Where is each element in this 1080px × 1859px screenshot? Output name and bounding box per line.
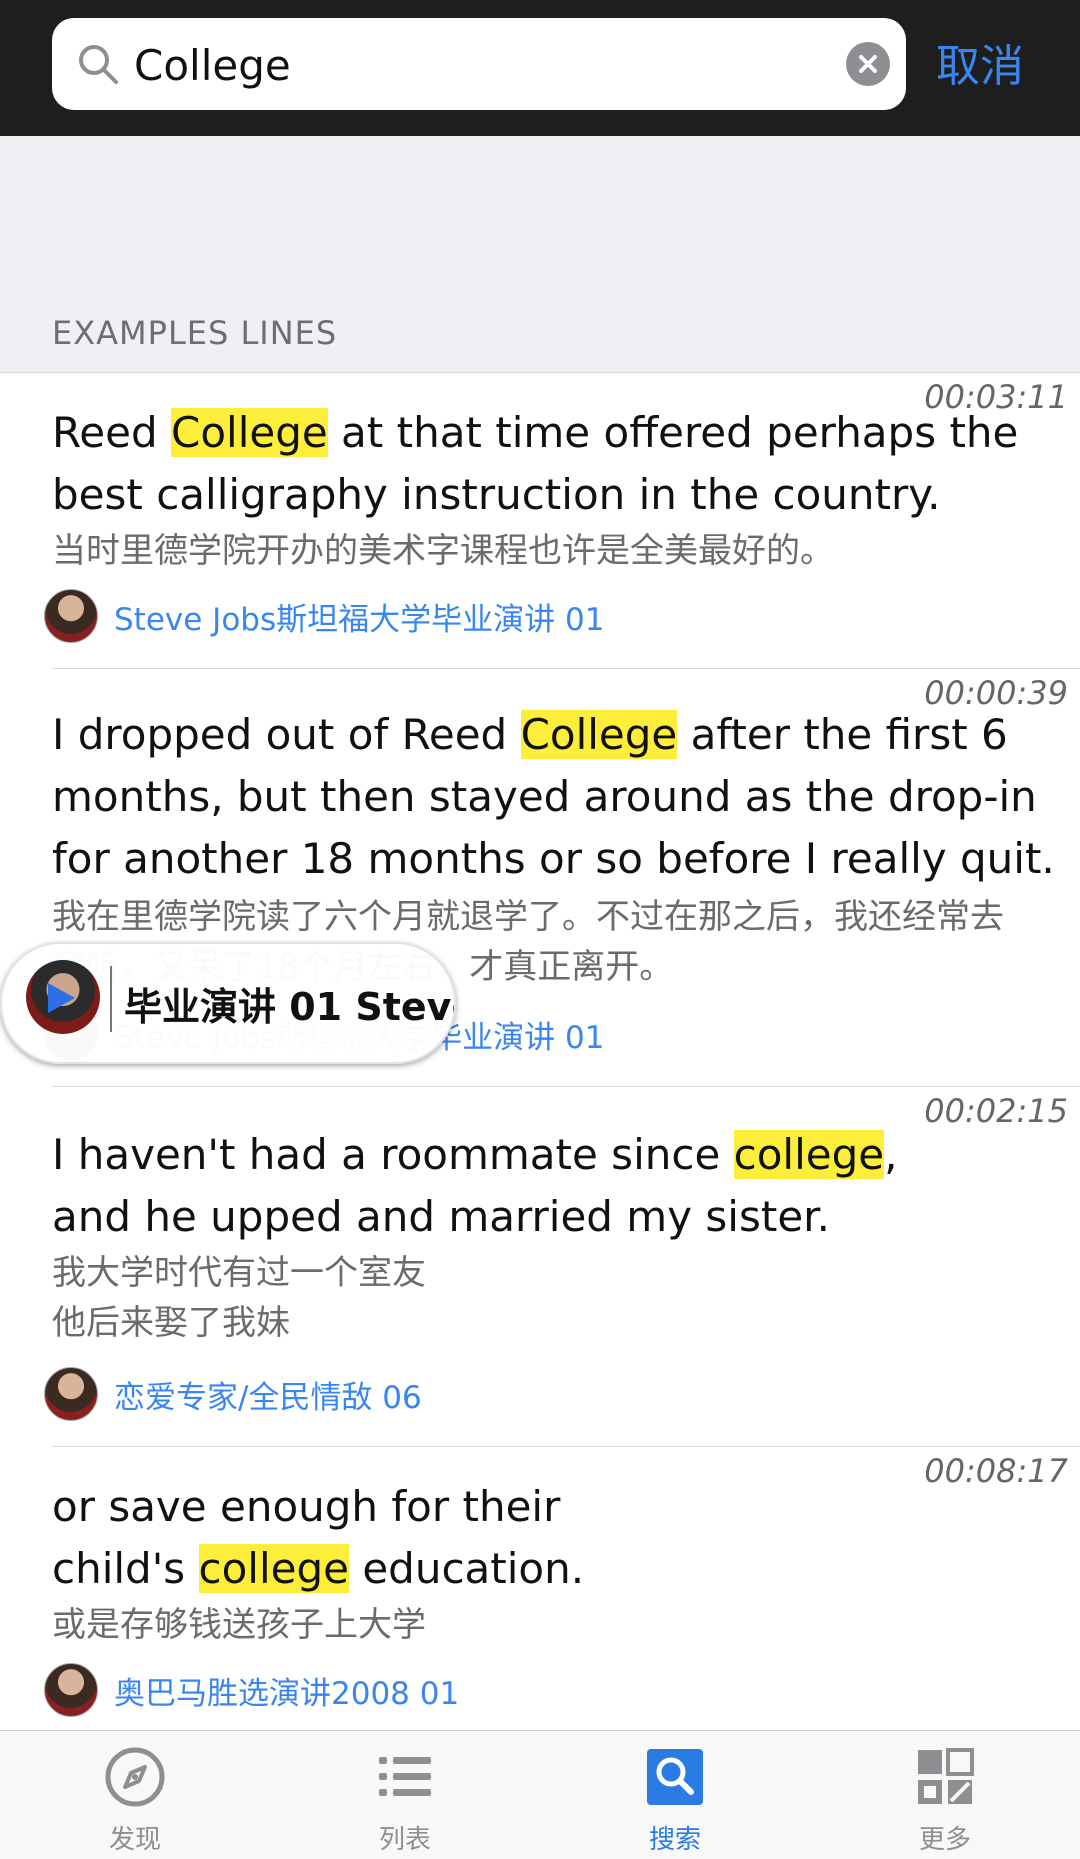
english-sentence: I haven't had a roommate since college, … (52, 1124, 1062, 1248)
close-icon (859, 55, 877, 73)
tab-list[interactable]: 列表 (270, 1731, 540, 1859)
clear-search-button[interactable] (846, 42, 890, 86)
sentence-text: Reed (52, 408, 171, 457)
avatar (44, 1663, 98, 1717)
source-link[interactable]: 奥巴马胜选演讲2008 01 (44, 1662, 459, 1718)
cancel-button[interactable]: 取消 (936, 30, 1024, 94)
divider (0, 372, 1080, 373)
chinese-translation: 当时里德学院开办的美术字课程也许是全美最好的。 (52, 526, 1072, 576)
player-separator (110, 966, 112, 1032)
search-input[interactable] (132, 28, 816, 102)
mini-player[interactable]: 毕业演讲 01 Steve Jobs斯坦福大学毕业演讲 01 (0, 942, 456, 1064)
section-title: EXAMPLES LINES (52, 314, 338, 352)
source-link[interactable]: 恋爱专家/全民情敌 06 (44, 1366, 422, 1422)
result-item[interactable]: 00:02:15 I haven't had a roommate since … (0, 1088, 1080, 1446)
sentence-text: I haven't had a roommate since (52, 1130, 734, 1179)
result-item[interactable]: 00:08:17 or save enough for their child'… (0, 1448, 1080, 1730)
search-icon (79, 45, 118, 84)
sentence-text: education. (348, 1544, 585, 1593)
translation-line: 我在里德学院读了六个月就退学了。不过在那之后，我还经常去 (52, 897, 1004, 937)
translation-line: 我大学时代有过一个室友 (52, 1253, 426, 1293)
tab-label: 发现 (108, 1825, 161, 1855)
source-label: Steve Jobs斯坦福大学毕业演讲 01 (114, 601, 605, 638)
avatar (44, 589, 98, 643)
source-label: 奥巴马胜选演讲2008 01 (114, 1675, 460, 1712)
source-link[interactable]: Steve Jobs斯坦福大学毕业演讲 01 (44, 588, 604, 644)
tab-label: 列表 (378, 1825, 431, 1855)
avatar (44, 1367, 98, 1421)
highlighted-keyword: College (520, 710, 678, 759)
divider (52, 1446, 1080, 1447)
english-sentence: Reed College at that time offered perhap… (52, 402, 1062, 526)
highlighted-keyword: college (733, 1130, 885, 1179)
divider (52, 1086, 1080, 1087)
english-sentence: or save enough for their child's college… (52, 1476, 1062, 1600)
search-box[interactable] (52, 18, 906, 110)
sentence-text: I dropped out of Reed (52, 710, 521, 759)
translation-line: 当时里德学院开办的美术字课程也许是全美最好的。 (52, 531, 834, 571)
source-label: 恋爱专家/全民情敌 06 (114, 1379, 422, 1416)
list-icon (379, 1757, 431, 1796)
play-icon[interactable] (42, 980, 78, 1016)
tab-discover[interactable]: 发现 (0, 1731, 270, 1859)
tab-more[interactable]: 更多 (810, 1731, 1080, 1859)
chinese-translation: 或是存够钱送孩子上大学 (52, 1600, 1072, 1650)
tab-label: 搜索 (648, 1825, 701, 1855)
chinese-translation: 我大学时代有过一个室友 他后来娶了我妹 (52, 1248, 1072, 1348)
translation-line: 他后来娶了我妹 (52, 1303, 290, 1343)
search-header: 取消 (0, 0, 1080, 136)
highlighted-keyword: college (198, 1544, 349, 1593)
result-item[interactable]: 00:03:11 Reed College at that time offer… (0, 374, 1080, 668)
search-icon (647, 1749, 703, 1805)
grid-icon (918, 1748, 974, 1804)
compass-icon (105, 1747, 165, 1807)
player-title: 毕业演讲 01 Steve Jobs斯坦福大学毕业演讲 01 (124, 985, 454, 1029)
tab-bar: 发现 列表 搜索 更多 (0, 1730, 1080, 1859)
english-sentence: I dropped out of Reed College after the … (52, 704, 1062, 890)
divider (52, 668, 1080, 669)
highlighted-keyword: College (171, 408, 328, 457)
tab-search[interactable]: 搜索 (540, 1731, 810, 1859)
translation-line: 或是存够钱送孩子上大学 (52, 1605, 426, 1645)
tab-label: 更多 (918, 1825, 971, 1855)
